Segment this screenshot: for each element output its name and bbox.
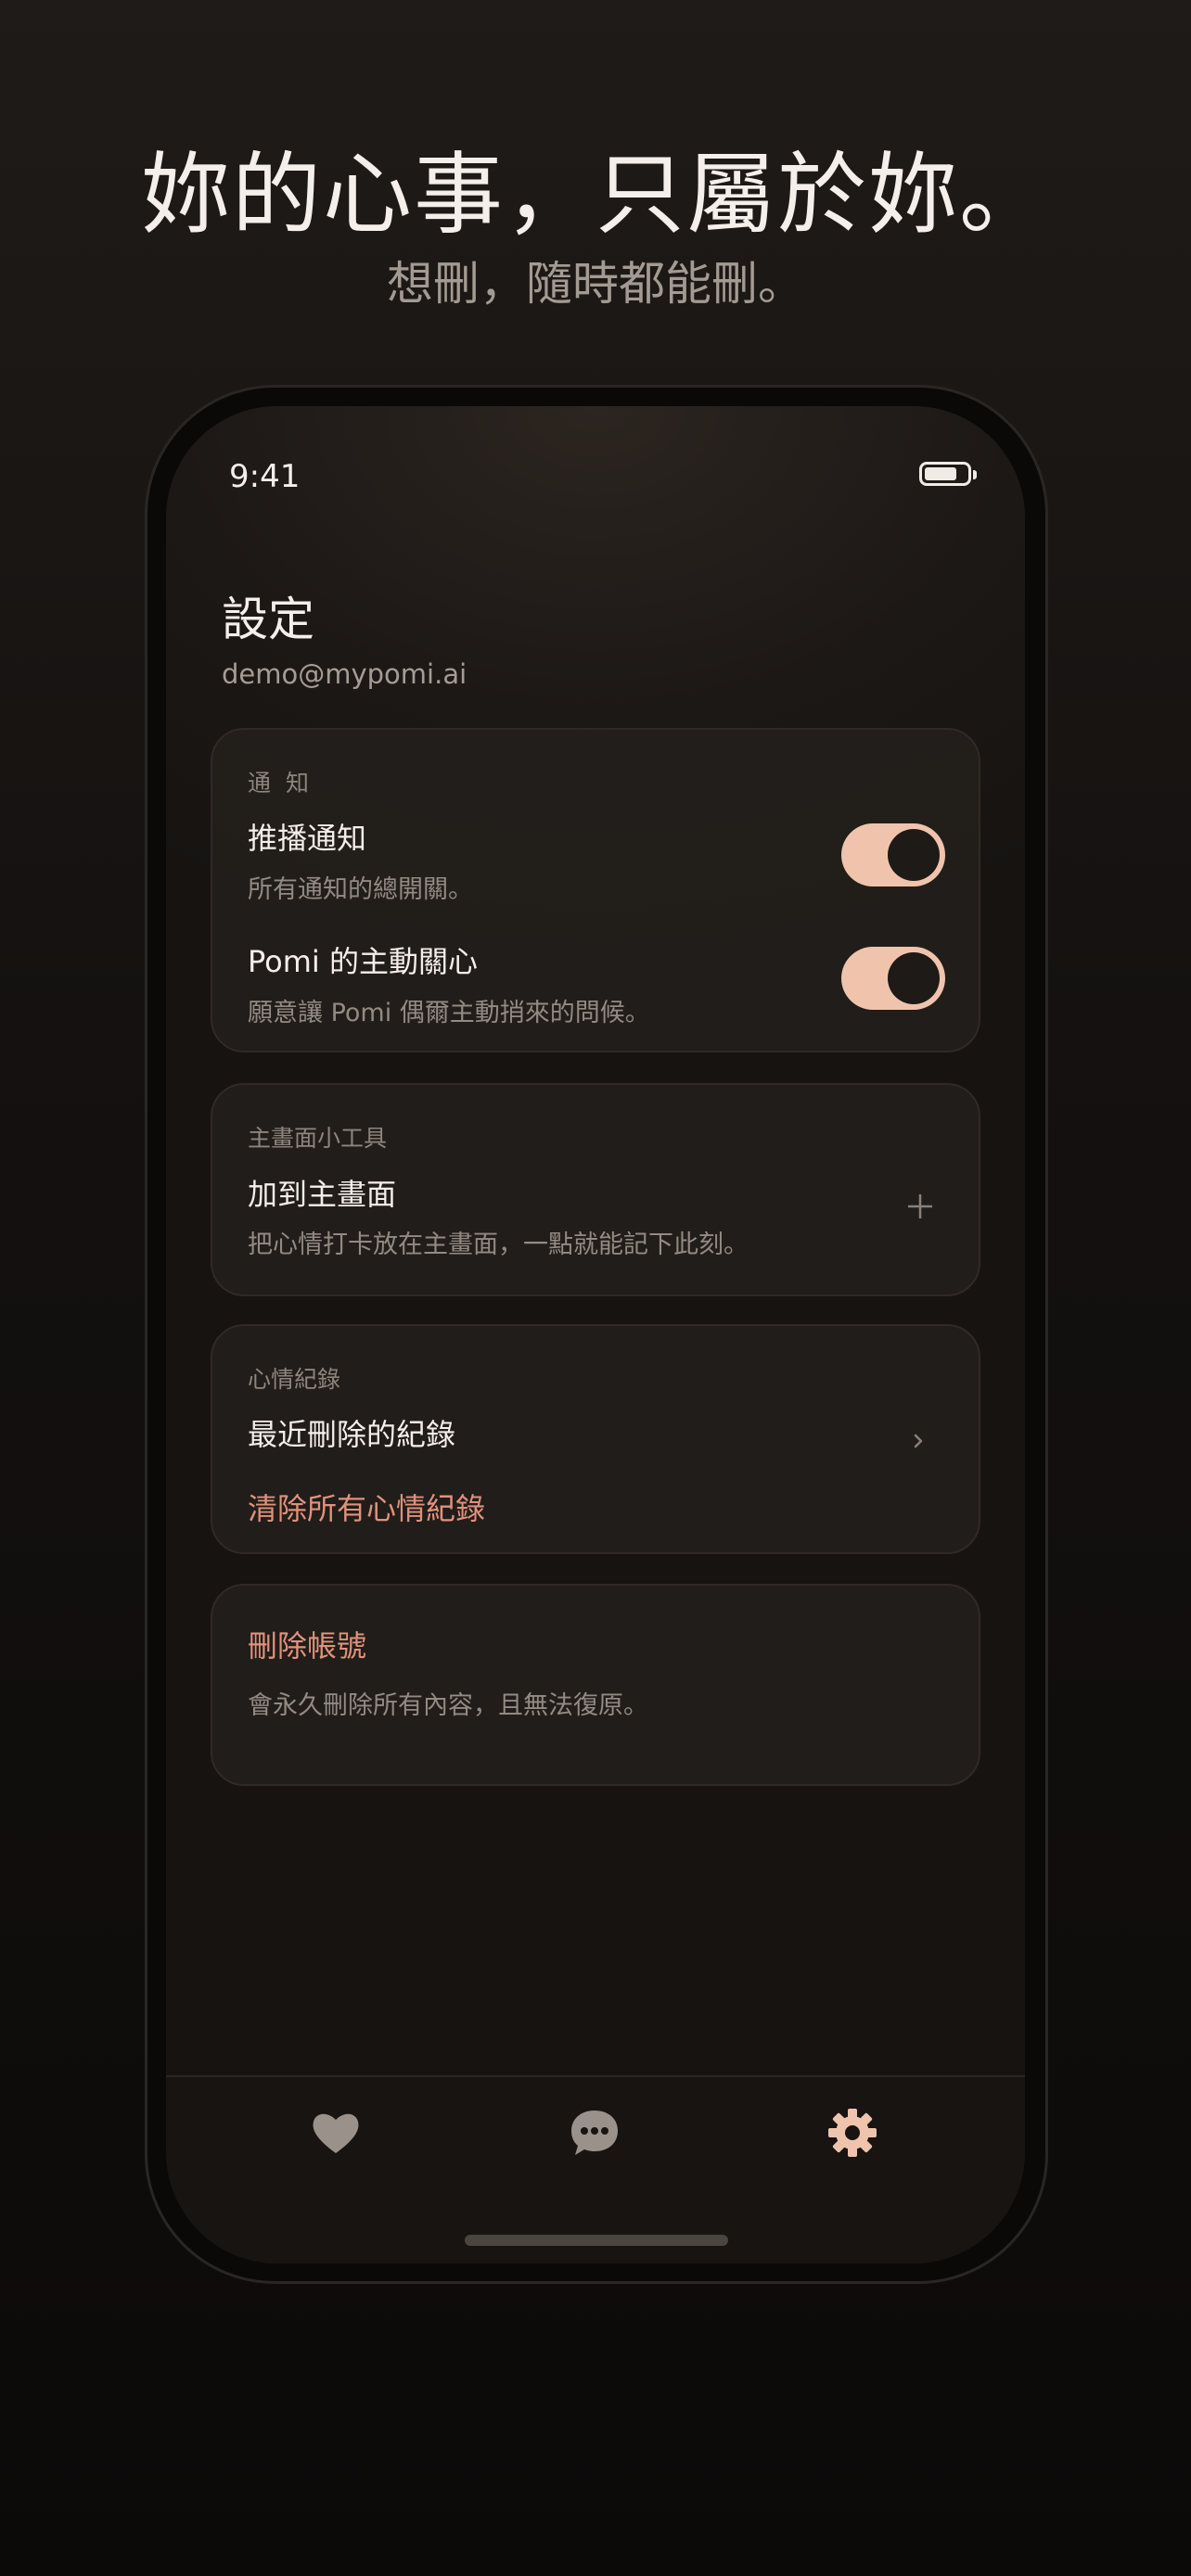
section-label-notifications: 通 知 (248, 770, 313, 797)
pomi-care-description: 願意讓 Pomi 偶爾主動捎來的問候。 (248, 999, 650, 1027)
chat-bubble-icon[interactable] (567, 2105, 622, 2161)
pomi-care-title: Pomi 的主動關心 (248, 944, 478, 979)
hero: 妳的心事，只屬於妳。 想刪，隨時都能刪。 (0, 139, 1191, 312)
toggle-knob (888, 829, 940, 881)
mood-records-card: 心情紀錄 最近刪除的紀錄 清除所有心情紀錄 (211, 1324, 980, 1554)
clear-all-records-button[interactable]: 清除所有心情紀錄 (248, 1486, 485, 1528)
delete-account-description: 會永久刪除所有內容，且無法復原。 (248, 1691, 648, 1720)
add-to-home-description: 把心情打卡放在主畫面，一點就能記下此刻。 (248, 1231, 749, 1259)
delete-account-card[interactable]: 刪除帳號 會永久刪除所有內容，且無法復原。 (211, 1584, 980, 1786)
section-label-mood-records: 心情紀錄 (248, 1366, 341, 1393)
toggle-knob (888, 952, 940, 1004)
phone-screen: 9:41 設定 demo@mypomi.ai 通 知 推播通知 所有通知的總開關… (166, 406, 1025, 2264)
add-to-home-title: 加到主畫面 (248, 1177, 397, 1212)
hero-title: 妳的心事，只屬於妳。 (141, 143, 1050, 247)
plus-icon[interactable] (906, 1192, 934, 1220)
heart-icon[interactable] (308, 2105, 364, 2161)
notifications-card: 通 知 推播通知 所有通知的總開關。 Pomi 的主動關心 願意讓 Pomi 偶… (211, 728, 980, 1052)
chevron-right-icon[interactable] (912, 1432, 925, 1450)
recently-deleted-row[interactable]: 最近刪除的紀錄 (248, 1411, 455, 1454)
widget-card[interactable]: 主畫面小工具 加到主畫面 把心情打卡放在主畫面，一點就能記下此刻。 (211, 1083, 980, 1296)
hero-subtitle: 想刪，隨時都能刪。 (387, 257, 804, 311)
home-indicator[interactable] (465, 2235, 728, 2246)
push-notifications-title: 推播通知 (248, 821, 367, 856)
page-title: 設定 (222, 593, 314, 646)
battery-icon (919, 462, 977, 486)
battery-level (925, 467, 956, 480)
section-label-widget: 主畫面小工具 (248, 1125, 388, 1152)
status-time: 9:41 (229, 458, 301, 495)
gear-icon[interactable] (825, 2105, 880, 2161)
pomi-care-toggle[interactable] (841, 947, 945, 1010)
account-email: demo@mypomi.ai (222, 658, 467, 690)
push-notifications-toggle[interactable] (841, 823, 945, 886)
delete-account-button[interactable]: 刪除帳號 (248, 1623, 366, 1665)
push-notifications-description: 所有通知的總開關。 (248, 875, 473, 904)
